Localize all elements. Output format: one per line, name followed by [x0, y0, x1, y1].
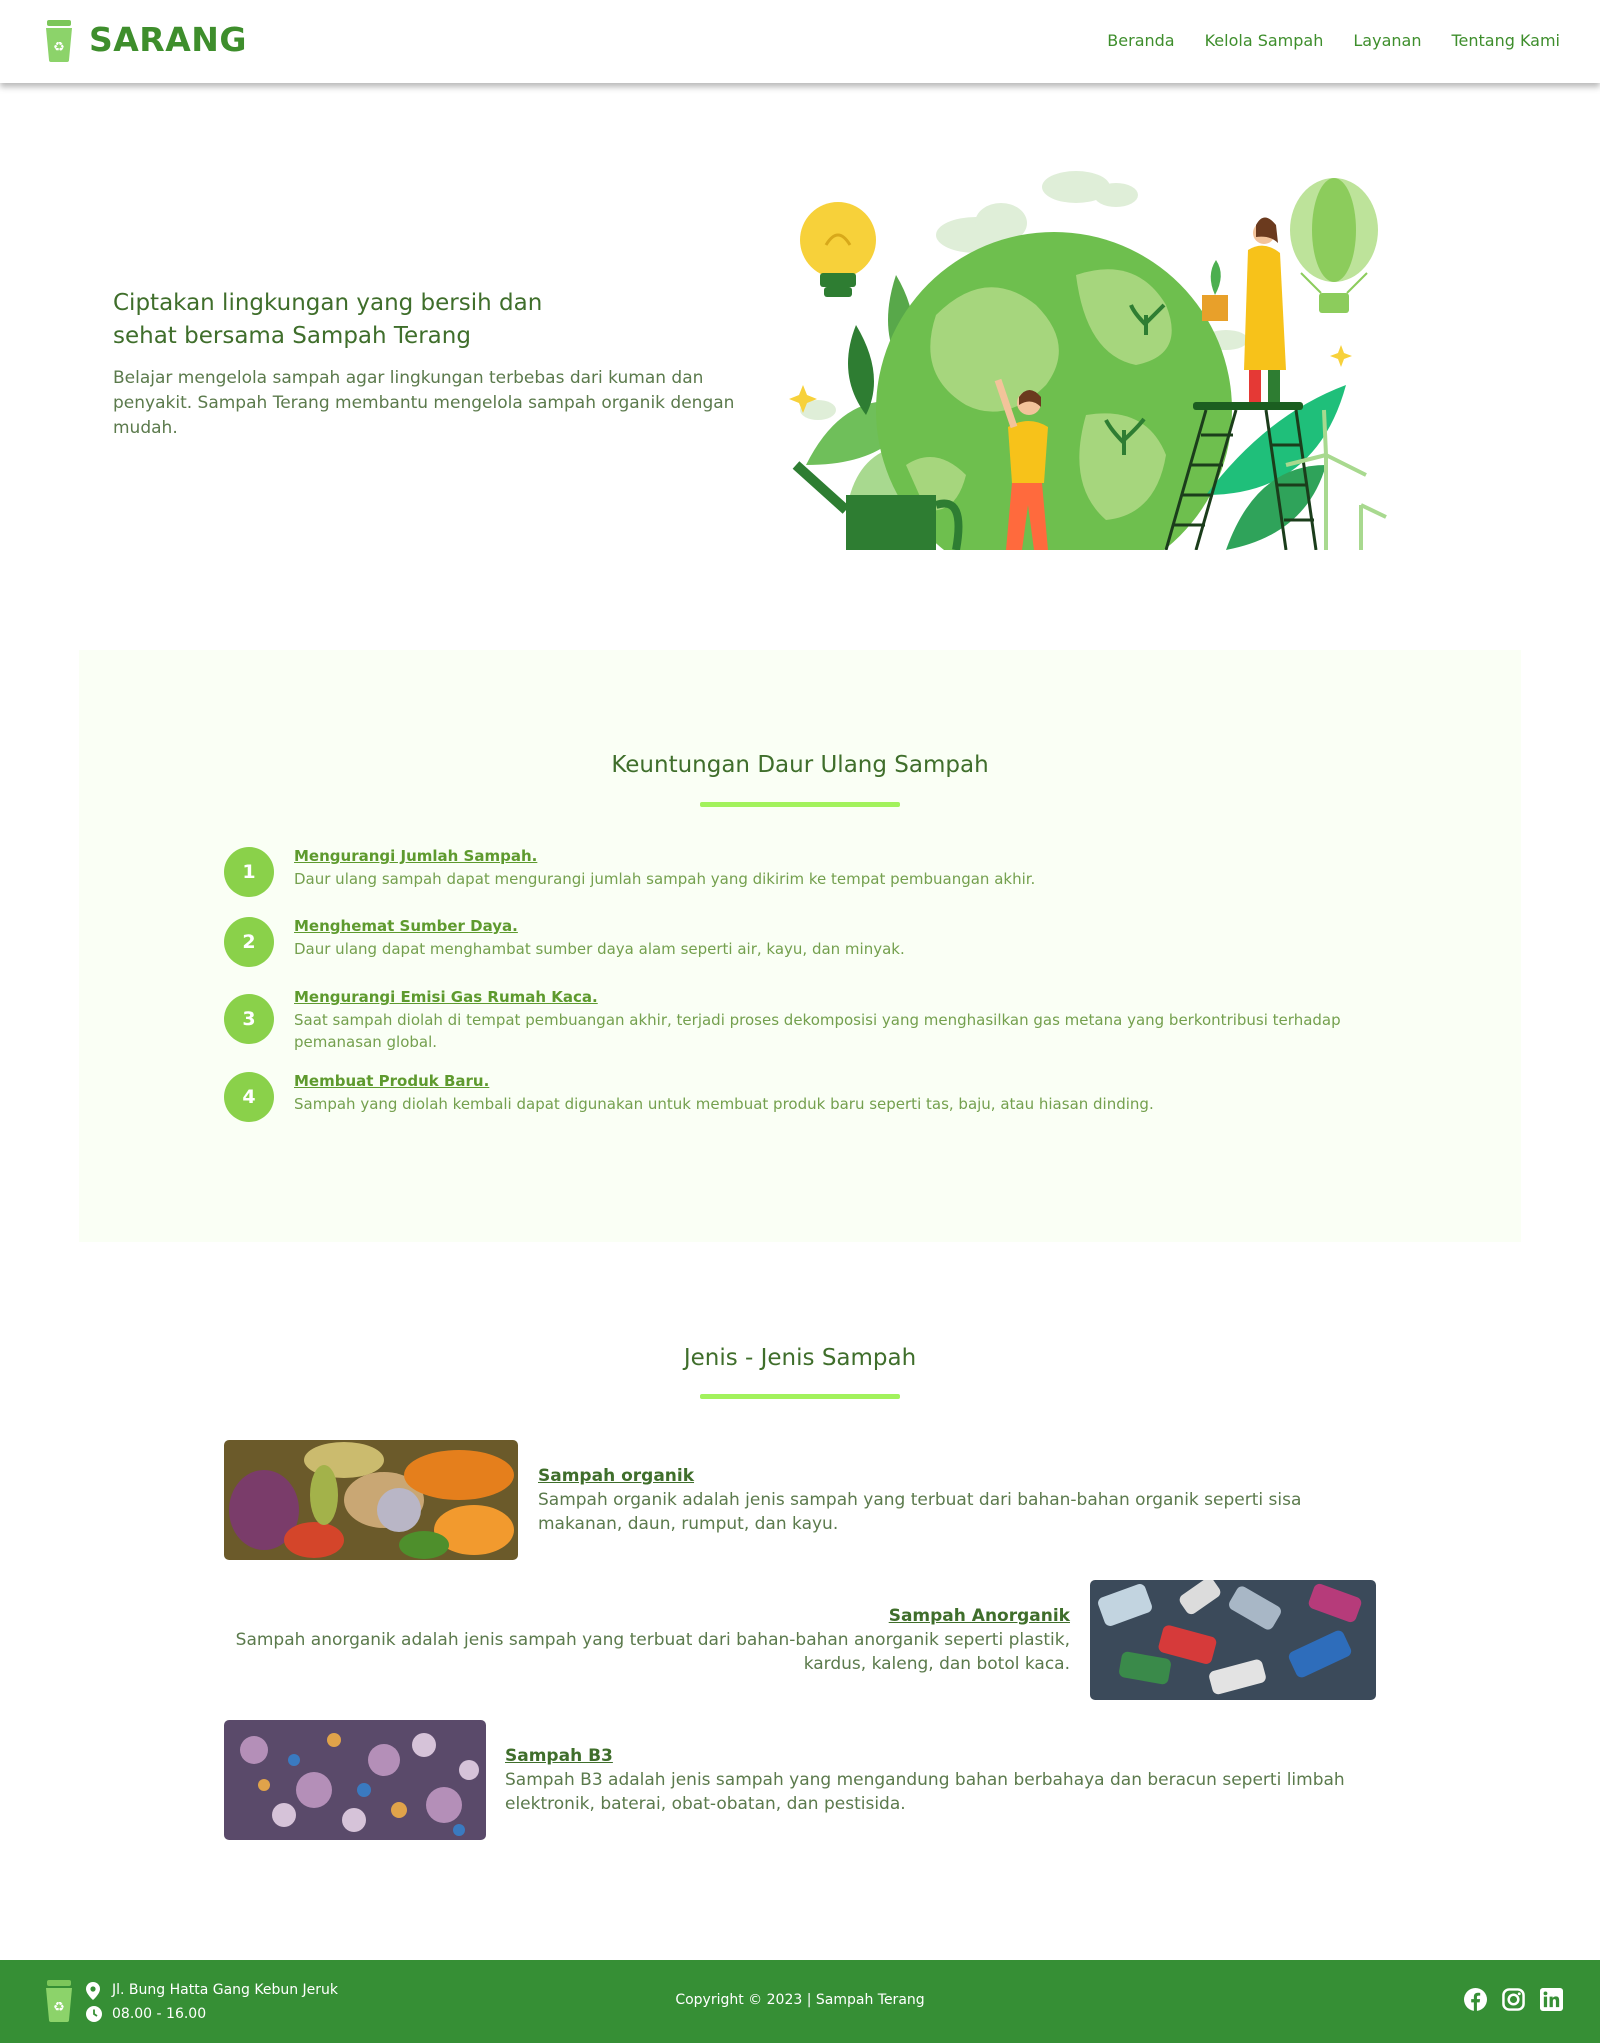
- waste-types-title-underline: [700, 1394, 900, 1399]
- b3-waste-image: [224, 1720, 486, 1840]
- benefit-title-link[interactable]: Menghemat Sumber Daya.: [294, 917, 518, 935]
- linkedin-icon[interactable]: [1540, 1988, 1563, 2011]
- benefit-number-badge: 3: [224, 994, 274, 1044]
- eco-earth-illustration: [789, 171, 1387, 550]
- benefit-title-link[interactable]: Mengurangi Jumlah Sampah.: [294, 847, 537, 865]
- benefits-title: Keuntungan Daur Ulang Sampah: [611, 752, 989, 778]
- anorganic-waste-image: [1090, 1580, 1376, 1700]
- footer-opening-hours: 08.00 - 16.00: [112, 2006, 207, 2022]
- hero-title: Ciptakan lingkungan yang bersih dan seha…: [113, 290, 543, 349]
- benefit-item: 3 Mengurangi Emisi Gas Rumah Kaca. Saat …: [224, 988, 1344, 1054]
- site-header: ♻ SARANG Beranda Kelola Sampah Layanan T…: [0, 0, 1600, 83]
- clock-icon: [86, 2006, 102, 2022]
- waste-types-title: Jenis - Jenis Sampah: [683, 1345, 917, 1371]
- waste-type-description: Sampah B3 adalah jenis sampah yang menga…: [505, 1770, 1345, 1814]
- benefit-item: 2 Menghemat Sumber Daya. Daur ulang dapa…: [224, 917, 1344, 977]
- brand-name[interactable]: SARANG: [89, 20, 247, 59]
- instagram-icon[interactable]: [1502, 1988, 1525, 2011]
- waste-type-title-link[interactable]: Sampah B3: [505, 1746, 613, 1766]
- waste-type-description: Sampah anorganik adalah jenis sampah yan…: [235, 1630, 1070, 1674]
- nav-layanan[interactable]: Layanan: [1353, 31, 1421, 50]
- svg-text:♻: ♻: [53, 40, 65, 55]
- nav-beranda[interactable]: Beranda: [1107, 31, 1174, 50]
- social-links: [1464, 1988, 1563, 2011]
- benefit-description: Daur ulang dapat menghambat sumber daya …: [294, 940, 905, 958]
- benefit-description: Sampah yang diolah kembali dapat digunak…: [294, 1095, 1154, 1113]
- waste-type-description: Sampah organik adalah jenis sampah yang …: [538, 1490, 1302, 1534]
- benefit-number-badge: 2: [224, 917, 274, 967]
- main-nav: Beranda Kelola Sampah Layanan Tentang Ka…: [1107, 31, 1560, 50]
- benefit-item: 4 Membuat Produk Baru. Sampah yang diola…: [224, 1072, 1344, 1132]
- benefit-title-link[interactable]: Mengurangi Emisi Gas Rumah Kaca.: [294, 988, 598, 1006]
- site-footer: ♻ Jl. Bung Hatta Gang Kebun Jeruk 08.00 …: [0, 1960, 1600, 2043]
- facebook-icon[interactable]: [1464, 1988, 1487, 2011]
- benefit-description: Daur ulang sampah dapat mengurangi jumla…: [294, 870, 1036, 888]
- benefit-number-badge: 4: [224, 1072, 274, 1122]
- waste-type-title-link[interactable]: Sampah organik: [538, 1466, 694, 1486]
- waste-type-title-link[interactable]: Sampah Anorganik: [889, 1606, 1070, 1626]
- benefits-title-underline: [700, 802, 900, 807]
- organic-waste-image: [224, 1440, 518, 1560]
- benefit-number-badge: 1: [224, 847, 274, 897]
- benefit-description: Saat sampah diolah di tempat pembuangan …: [294, 1011, 1341, 1051]
- nav-tentang-kami[interactable]: Tentang Kami: [1451, 31, 1560, 50]
- recycle-bin-logo-icon[interactable]: ♻: [44, 20, 74, 62]
- hero-text: Belajar mengelola sampah agar lingkungan…: [113, 368, 735, 438]
- footer-copyright: Copyright © 2023 | Sampah Terang: [675, 1992, 925, 2008]
- nav-kelola-sampah[interactable]: Kelola Sampah: [1205, 31, 1324, 50]
- benefit-title-link[interactable]: Membuat Produk Baru.: [294, 1072, 489, 1090]
- benefit-item: 1 Mengurangi Jumlah Sampah. Daur ulang s…: [224, 847, 1344, 907]
